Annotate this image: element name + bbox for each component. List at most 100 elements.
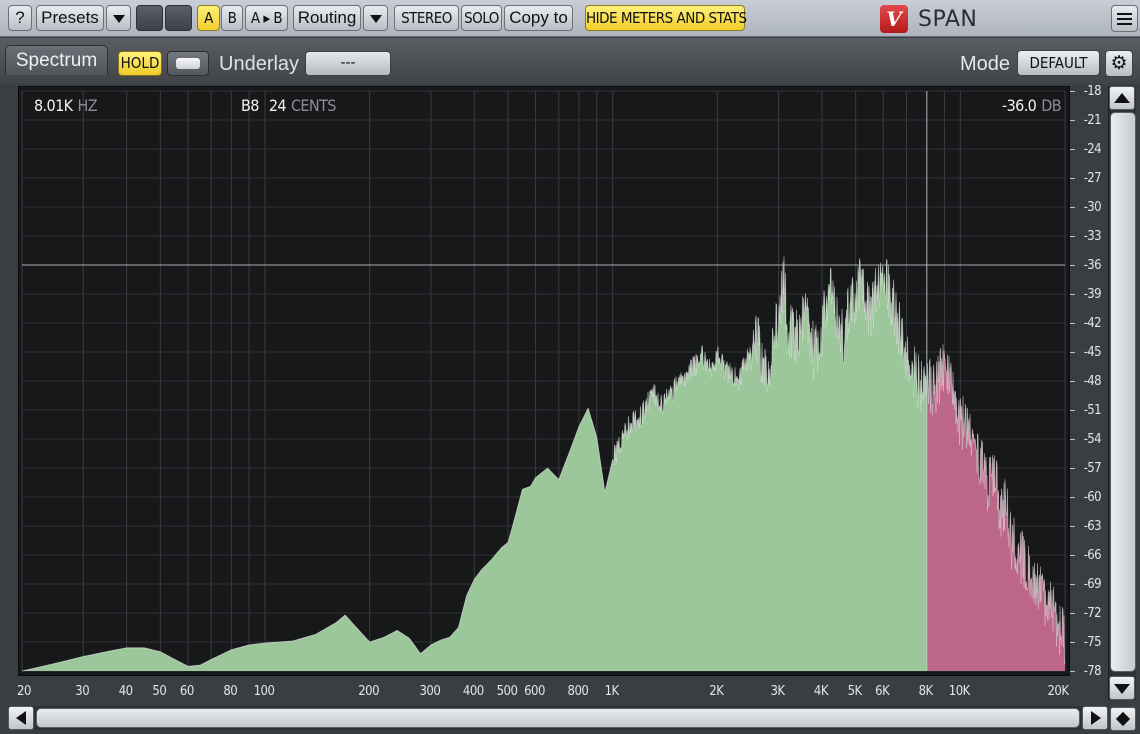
mode-select[interactable]: DEFAULT [1017,50,1100,76]
copy-to-button[interactable]: Copy to [504,5,573,31]
db-tick-mark [1070,642,1075,643]
db-tick-label: -36 [1083,258,1102,273]
top-toolbar: ? Presets A B A ▸ B Routing STEREO SOLO … [0,0,1140,37]
frequency-tick-label: 1K [604,684,620,699]
db-tick-mark [1070,555,1075,556]
frequency-tick-label: 500 [496,684,518,699]
toggle-indicator [176,58,200,69]
db-tick-label: -30 [1083,200,1102,215]
db-tick-label: -75 [1083,635,1102,650]
arrow-left-icon [16,711,26,725]
routing-button[interactable]: Routing [293,5,361,31]
spectrum-plot[interactable] [18,86,1070,676]
scroll-left-button[interactable] [8,706,34,730]
horizontal-scroll-thumb[interactable] [36,708,1080,728]
scroll-right-button[interactable] [1082,706,1108,730]
underlay-label: Underlay [219,53,300,75]
frequency-tick-label: 80 [223,684,238,699]
hamburger-icon-line [1117,23,1132,25]
hold-button[interactable]: HOLD [118,51,162,76]
scroll-up-button[interactable] [1109,86,1135,110]
routing-dropdown-button[interactable] [363,5,388,31]
main-menu-button[interactable] [1111,5,1138,32]
scroll-down-button[interactable] [1109,676,1135,700]
db-tick-mark [1070,613,1075,614]
hold-toggle-button[interactable] [167,51,209,76]
mode-label: Mode [960,53,1011,75]
product-name: SPAN [918,6,978,32]
arrow-right-icon [1091,711,1101,725]
db-tick-mark [1070,294,1075,295]
db-tick-mark [1070,497,1075,498]
frequency-tick-label: 3K [770,684,785,699]
preset-b-button[interactable]: B [221,5,243,31]
level-readout: -36.0 DB [1002,96,1062,115]
db-tick-mark [1070,149,1075,150]
presets-button[interactable]: Presets [36,5,104,31]
arrow-down-icon [1114,684,1130,694]
hide-meters-button[interactable]: HIDE METERS AND STATS [585,5,747,31]
db-tick-mark [1070,207,1075,208]
db-tick-label: -66 [1083,548,1102,563]
frequency-tick-label: 600 [524,684,545,699]
db-tick-label: -69 [1083,577,1102,592]
frequency-tick-label: 5K [847,684,863,699]
db-tick-label: -63 [1083,519,1102,534]
frequency-tick-label: 8K [918,684,934,699]
spectrum-series [21,256,1066,672]
frequency-tick-label: 300 [419,684,441,699]
zoom-reset-button[interactable] [1110,707,1136,731]
redo-button[interactable] [165,5,192,31]
db-tick-mark [1070,526,1075,527]
db-tick-mark [1070,468,1075,469]
stereo-button[interactable]: STEREO [394,5,459,31]
help-button[interactable]: ? [8,5,32,31]
level-unit: DB [1041,96,1062,115]
db-tick-mark [1070,410,1075,411]
frequency-tick-label: 800 [567,684,589,699]
vertical-scrollbar[interactable] [1108,86,1136,700]
frequency-tick-label: 10K [948,684,971,699]
note-readout: B8 24 CENTS [241,96,336,115]
frequency-axis: 20 30 40 50 60 80 100 200 300 400 500 600 800 1K 2K 3K 4… [17,680,1070,702]
frequency-tick-label: 20 [17,684,31,699]
db-tick-mark [1070,671,1075,672]
underlay-select[interactable]: --- [305,51,391,76]
presets-dropdown-button[interactable] [106,5,131,31]
hamburger-icon-line [1117,18,1132,20]
frequency-tick-label: 40 [118,684,133,699]
frequency-tick-label: 30 [75,684,90,699]
logo: V SPAN [880,3,977,35]
db-tick-label: -48 [1083,374,1102,389]
chevron-down-icon [112,15,125,23]
db-tick-label: -27 [1083,171,1102,186]
tab-spectrum[interactable]: Spectrum [5,45,108,75]
frequency-tick-label: 6K [875,684,890,699]
undo-button[interactable] [136,5,163,31]
db-tick-label: -24 [1083,142,1102,157]
vertical-scroll-thumb[interactable] [1110,112,1136,672]
frequency-tick-label: 20K [1047,684,1069,699]
frequency-tick-label: 400 [462,684,484,699]
frequency-tick-label: 100 [253,684,275,699]
db-tick-mark [1070,236,1075,237]
horizontal-scrollbar[interactable] [8,706,1108,730]
arrow-up-icon [1114,93,1130,103]
spectrum-controls-bar: Spectrum HOLD Underlay --- Mode DEFAULT … [0,38,1140,84]
gear-icon: ⚙ [1110,53,1128,74]
settings-button[interactable]: ⚙ [1105,50,1133,77]
copy-a-to-b-button[interactable]: A ▸ B [245,5,288,31]
db-axis: -18 -21 -24 -27 -30 -33 -36 -39 -42 -45 -48 -51 -54 -… [1070,84,1106,679]
db-tick-mark [1070,265,1075,266]
frequency-unit: HZ [77,96,97,115]
db-tick-mark [1070,439,1075,440]
db-tick-label: -72 [1083,606,1102,621]
db-tick-label: -33 [1083,229,1102,244]
solo-button[interactable]: SOLO [461,5,502,31]
frequency-tick-label: 4K [813,684,829,699]
preset-a-button[interactable]: A [197,5,220,31]
db-tick-label: -60 [1083,490,1102,505]
frequency-readout: 8.01K HZ [34,96,98,115]
db-tick-label: -54 [1083,432,1102,447]
db-tick-mark [1070,178,1075,179]
